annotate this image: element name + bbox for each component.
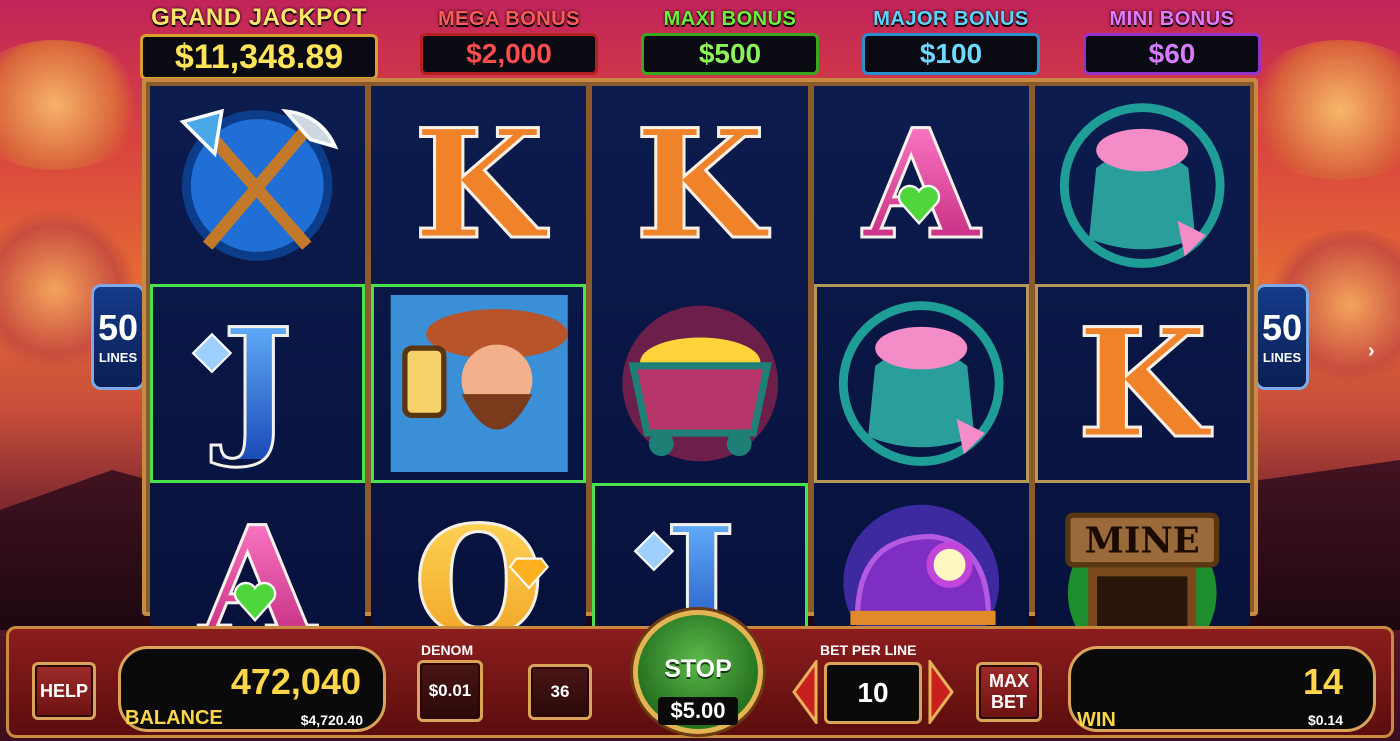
reel-2: KQ — [371, 86, 587, 682]
balance-credits: 472,040 — [230, 661, 361, 702]
diamond-gem-icon — [633, 531, 675, 572]
gem-bag-icon — [838, 301, 1004, 467]
balance-display: 472,040 BALANCE $4,720.40 — [118, 646, 386, 732]
reel-cell: K — [1034, 284, 1250, 483]
mini-bonus-label: MINI BONUS — [1109, 8, 1235, 30]
win-credits: 14 — [1302, 661, 1343, 702]
stop-label: STOP — [664, 655, 732, 683]
major-bonus-value: $100 — [862, 33, 1040, 75]
maxi-bonus-label: MAXI BONUS — [663, 8, 797, 30]
k-symbol: K — [633, 97, 766, 274]
j-symbol: J — [221, 295, 295, 472]
win-display: 14 WIN $0.14 — [1068, 646, 1376, 732]
heart-gem-icon — [897, 184, 941, 225]
increase-bet-arrow-icon[interactable] — [928, 660, 954, 724]
diamond-gem-icon — [191, 332, 232, 374]
gem-bag-icon — [1060, 102, 1225, 268]
lines-label: LINES — [98, 349, 138, 365]
lines-button[interactable]: 36 — [528, 664, 592, 720]
bet-per-line-value: 10 — [824, 662, 922, 724]
miner-character-icon — [390, 295, 568, 473]
amber-gem-icon — [508, 557, 550, 590]
grand-jackpot-label: GRAND JACKPOT — [151, 4, 367, 31]
major-bonus: MAJOR BONUS $100 — [862, 8, 1040, 75]
mini-bonus-value: $60 — [1083, 33, 1261, 75]
mega-bonus: MEGA BONUS $2,000 — [420, 8, 598, 75]
heart-gem-icon — [234, 581, 277, 622]
k-symbol: K — [1076, 295, 1209, 472]
reel-1: JA — [150, 86, 366, 682]
mini-bonus: MINI BONUS $60 — [1083, 8, 1261, 75]
mega-bonus-label: MEGA BONUS — [437, 8, 581, 30]
lines-count: 50 — [1261, 306, 1303, 348]
pickaxe-shovel-icon — [179, 108, 339, 261]
help-button[interactable]: HELP — [32, 662, 96, 720]
denom-label: DENOM — [421, 642, 474, 658]
major-bonus-label: MAJOR BONUS — [873, 8, 1029, 30]
gold-cart-icon — [622, 305, 778, 462]
reel-cell — [150, 86, 365, 284]
stop-spin-button[interactable]: STOP $5.00 — [633, 610, 763, 734]
k-symbol: K — [412, 97, 545, 274]
total-bet: $5.00 — [658, 697, 738, 725]
balance-label: BALANCE — [125, 707, 223, 729]
reel-cell — [813, 284, 1029, 483]
reel-cell — [1035, 86, 1250, 284]
lines-count: 50 — [97, 306, 139, 348]
reel-4: A — [813, 86, 1029, 682]
bet-per-line-label: BET PER LINE — [820, 642, 917, 658]
grand-jackpot: GRAND JACKPOT $11,348.89 — [140, 4, 378, 80]
reel-3: KJ — [592, 86, 808, 682]
reel-cell: J — [150, 284, 366, 483]
max-bet-button[interactable]: MAX BET — [976, 662, 1042, 722]
reel-cell — [592, 284, 807, 482]
maxi-bonus-value: $500 — [641, 33, 819, 75]
chevron-right-icon[interactable]: › — [1368, 340, 1375, 363]
reel-5: K MINE — [1034, 86, 1250, 682]
lines-indicator-right: 50 LINES — [1255, 284, 1309, 390]
win-money: $0.14 — [1307, 712, 1343, 728]
maxi-bonus: MAXI BONUS $500 — [641, 8, 819, 75]
balance-money: $4,720.40 — [300, 712, 363, 728]
decrease-bet-arrow-icon[interactable] — [792, 660, 818, 724]
lines-indicator-left: 50 LINES — [91, 284, 145, 390]
mega-bonus-value: $2,000 — [420, 33, 598, 75]
reel-cell: A — [814, 86, 1029, 284]
win-label: WIN — [1077, 709, 1116, 731]
reel-cell: K — [592, 86, 807, 284]
background-cloud — [1240, 40, 1400, 180]
reel-cell — [371, 284, 587, 483]
reel-grid: J A K Q K J A K MINE — [142, 78, 1258, 682]
grand-jackpot-value: $11,348.89 — [140, 34, 378, 80]
mine-sign-text: MINE — [1085, 520, 1200, 561]
denom-button[interactable]: $0.01 — [417, 660, 483, 722]
reel-cell: K — [371, 86, 586, 284]
background-cloud — [0, 40, 150, 170]
lines-label: LINES — [1262, 349, 1302, 365]
